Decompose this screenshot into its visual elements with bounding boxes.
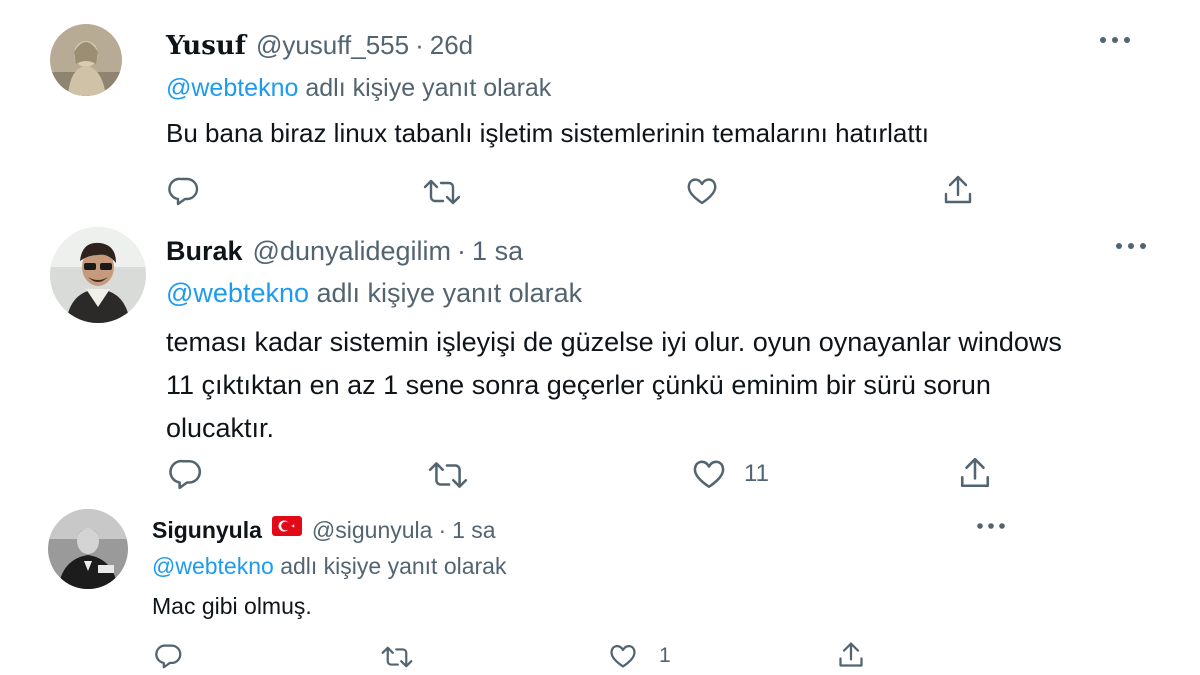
retweet-icon bbox=[428, 462, 468, 488]
share-button[interactable] bbox=[837, 641, 865, 669]
separator: · bbox=[438, 517, 447, 543]
display-name[interactable]: Sigunyula bbox=[152, 517, 262, 544]
separator: · bbox=[457, 236, 467, 266]
avatar[interactable] bbox=[48, 509, 128, 589]
separator: · bbox=[415, 30, 424, 60]
heart-icon bbox=[693, 460, 725, 489]
tweet-text: Mac gibi olmuş. bbox=[152, 593, 312, 619]
heart-icon bbox=[687, 178, 717, 205]
share-button[interactable] bbox=[958, 456, 992, 490]
mention-link[interactable]: @webtekno bbox=[166, 278, 309, 308]
user-handle[interactable]: @dunyalidegilim bbox=[253, 236, 452, 267]
more-icon bbox=[977, 523, 1005, 529]
like-count: 11 bbox=[744, 460, 769, 487]
timestamp[interactable]: 1 sa bbox=[452, 517, 495, 544]
avatar[interactable] bbox=[50, 227, 146, 323]
like-button[interactable] bbox=[686, 176, 718, 206]
more-options-button[interactable] bbox=[1114, 240, 1148, 252]
user-handle[interactable]: @sigunyula bbox=[312, 517, 433, 544]
reply-button[interactable] bbox=[169, 458, 203, 490]
tweet-yusuf[interactable]: Yusuf @yusuff_555 · 26d @webtekno adlı k… bbox=[0, 0, 1200, 225]
more-icon bbox=[1116, 243, 1146, 249]
display-name[interactable]: Burak bbox=[166, 236, 243, 267]
reply-context-text: adlı kişiye yanıt olarak bbox=[316, 278, 583, 308]
timestamp[interactable]: 1 sa bbox=[472, 236, 523, 267]
retweet-button[interactable] bbox=[428, 460, 468, 490]
retweet-icon bbox=[381, 646, 413, 668]
reply-context: @webtekno adlı kişiye yanıt olarak bbox=[166, 278, 582, 309]
more-icon bbox=[1100, 37, 1130, 43]
mention-link[interactable]: @webtekno bbox=[152, 553, 274, 579]
avatar[interactable] bbox=[50, 24, 122, 96]
reply-button[interactable] bbox=[168, 176, 200, 206]
share-icon bbox=[944, 175, 972, 204]
like-button[interactable]: 11 bbox=[692, 458, 769, 490]
tweet-text-line: olucaktır. bbox=[166, 413, 275, 443]
mention-link[interactable]: @webtekno bbox=[166, 74, 298, 102]
more-options-button[interactable] bbox=[1098, 34, 1132, 46]
reply-context-text: adlı kişiye yanıt olarak bbox=[280, 553, 507, 579]
reply-context: @webtekno adlı kişiye yanıt olarak bbox=[152, 553, 506, 580]
tweet-burak[interactable]: Burak @dunyalidegilim · 1 sa @webtekno a… bbox=[0, 225, 1200, 505]
reply-icon bbox=[155, 644, 182, 669]
reply-context-text: adlı kişiye yanıt olarak bbox=[305, 74, 552, 102]
tweet-text: teması kadar sistemin işleyişi de güzels… bbox=[166, 321, 1062, 450]
tweet-text-line: teması kadar sistemin işleyişi de güzels… bbox=[166, 327, 1062, 357]
turkey-flag-icon bbox=[271, 515, 302, 542]
reply-context: @webtekno adlı kişiye yanıt olarak bbox=[166, 74, 551, 103]
tweet-text-line: 11 çıktıktan en az 1 sene sonra geçerler… bbox=[166, 370, 991, 400]
reply-icon bbox=[169, 459, 202, 490]
like-button[interactable]: 1 bbox=[609, 643, 671, 669]
reply-button[interactable] bbox=[155, 643, 183, 669]
share-icon bbox=[960, 457, 990, 488]
more-options-button[interactable] bbox=[976, 521, 1006, 531]
tweet-sigunyula[interactable]: Sigunyula @sigunyula · 1 sa @webtekno ad… bbox=[0, 505, 1200, 675]
retweet-button[interactable] bbox=[423, 178, 461, 206]
share-icon bbox=[839, 642, 863, 667]
tweet-text: Bu bana biraz linux tabanlı işletim sist… bbox=[166, 118, 930, 148]
retweet-icon bbox=[423, 179, 461, 205]
display-name[interactable]: Yusuf bbox=[166, 31, 246, 61]
heart-icon bbox=[610, 645, 636, 668]
share-button[interactable] bbox=[942, 174, 974, 206]
timestamp[interactable]: 26d bbox=[430, 30, 473, 61]
user-handle[interactable]: @yusuff_555 bbox=[256, 30, 409, 61]
reply-icon bbox=[168, 177, 199, 206]
retweet-button[interactable] bbox=[381, 645, 413, 669]
like-count: 1 bbox=[659, 644, 671, 667]
